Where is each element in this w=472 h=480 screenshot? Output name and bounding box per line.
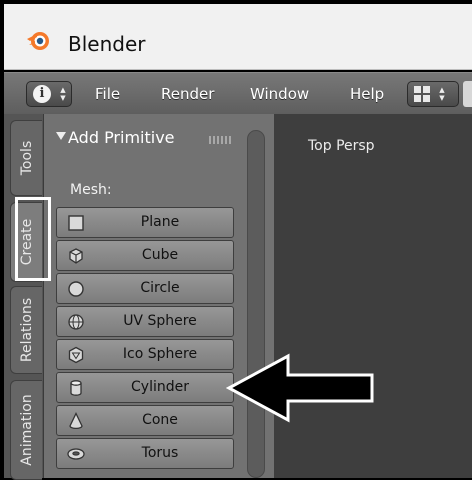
drag-grip-icon[interactable] — [209, 136, 231, 144]
cone-icon — [69, 412, 83, 430]
panel-scrollbar[interactable] — [247, 130, 265, 478]
plane-label: Plane — [140, 214, 180, 230]
menu-window[interactable]: Window — [250, 85, 309, 103]
menu-file[interactable]: File — [95, 85, 120, 103]
info-icon: i — [33, 85, 51, 103]
panel-title: Add Primitive — [68, 128, 175, 147]
3d-viewport[interactable] — [274, 114, 472, 478]
tool-shelf-tabs: Tools Create Relations Animation — [4, 114, 44, 480]
add-plane-button[interactable]: Plane — [56, 207, 234, 238]
cylinder-icon — [70, 380, 82, 396]
circle-icon — [68, 281, 84, 297]
plane-icon — [68, 215, 84, 231]
add-primitive-panel: Add Primitive Mesh: Plane Cube Circle UV… — [44, 114, 274, 478]
torus-icon — [67, 448, 85, 460]
cube-label: Cube — [141, 247, 179, 263]
add-ico-sphere-button[interactable]: Ico Sphere — [56, 339, 234, 370]
up-down-arrows-icon: ▲ ▼ — [60, 86, 66, 102]
tab-relations-label: Relations — [18, 297, 35, 363]
tab-animation-label: Animation — [18, 394, 35, 466]
cylinder-label: Cylinder — [131, 379, 189, 395]
tab-relations[interactable]: Relations — [10, 286, 42, 374]
panel-header[interactable]: Add Primitive — [44, 114, 274, 154]
ico-sphere-label: Ico Sphere — [122, 346, 198, 362]
menu-help[interactable]: Help — [350, 85, 384, 103]
add-cylinder-button[interactable]: Cylinder — [56, 372, 234, 403]
mesh-section-label: Mesh: — [70, 182, 112, 198]
add-torus-button[interactable]: Torus — [56, 438, 234, 469]
create-tab-highlight-box — [15, 197, 51, 281]
tab-tools[interactable]: Tools — [10, 120, 42, 196]
info-header: i ▲ ▼ File Render Window Help ▲ ▼ — [4, 72, 472, 114]
collapse-triangle-icon — [56, 132, 66, 140]
torus-label: Torus — [141, 445, 179, 461]
viewport-view-label: Top Persp — [308, 138, 375, 154]
ico-sphere-icon — [68, 346, 84, 364]
callout-arrow-icon — [226, 353, 374, 423]
uv-sphere-label: UV Sphere — [123, 313, 197, 329]
uv-sphere-icon — [68, 314, 84, 330]
add-cone-button[interactable]: Cone — [56, 405, 234, 436]
blender-logo-icon — [27, 32, 49, 50]
screen-layout-icon — [414, 86, 430, 102]
up-down-arrows-icon: ▲ ▼ — [439, 86, 445, 102]
tab-animation[interactable]: Animation — [10, 380, 42, 480]
add-circle-button[interactable]: Circle — [56, 273, 234, 304]
editor-type-selector[interactable]: i ▲ ▼ — [26, 81, 72, 107]
window-titlebar: Blender — [4, 4, 472, 70]
add-uv-sphere-button[interactable]: UV Sphere — [56, 306, 234, 337]
cube-icon — [69, 248, 83, 264]
menu-render[interactable]: Render — [161, 85, 214, 103]
screenshot-frame: Blender i ▲ ▼ File Render Window Help ▲ ▼ … — [0, 0, 472, 480]
tab-tools-label: Tools — [18, 140, 35, 176]
window-title: Blender — [68, 32, 146, 56]
header-overflow-field[interactable] — [463, 81, 472, 107]
cone-label: Cone — [142, 412, 178, 428]
screen-layout-selector[interactable]: ▲ ▼ — [407, 81, 459, 107]
add-cube-button[interactable]: Cube — [56, 240, 234, 271]
circle-label: Circle — [140, 280, 180, 296]
